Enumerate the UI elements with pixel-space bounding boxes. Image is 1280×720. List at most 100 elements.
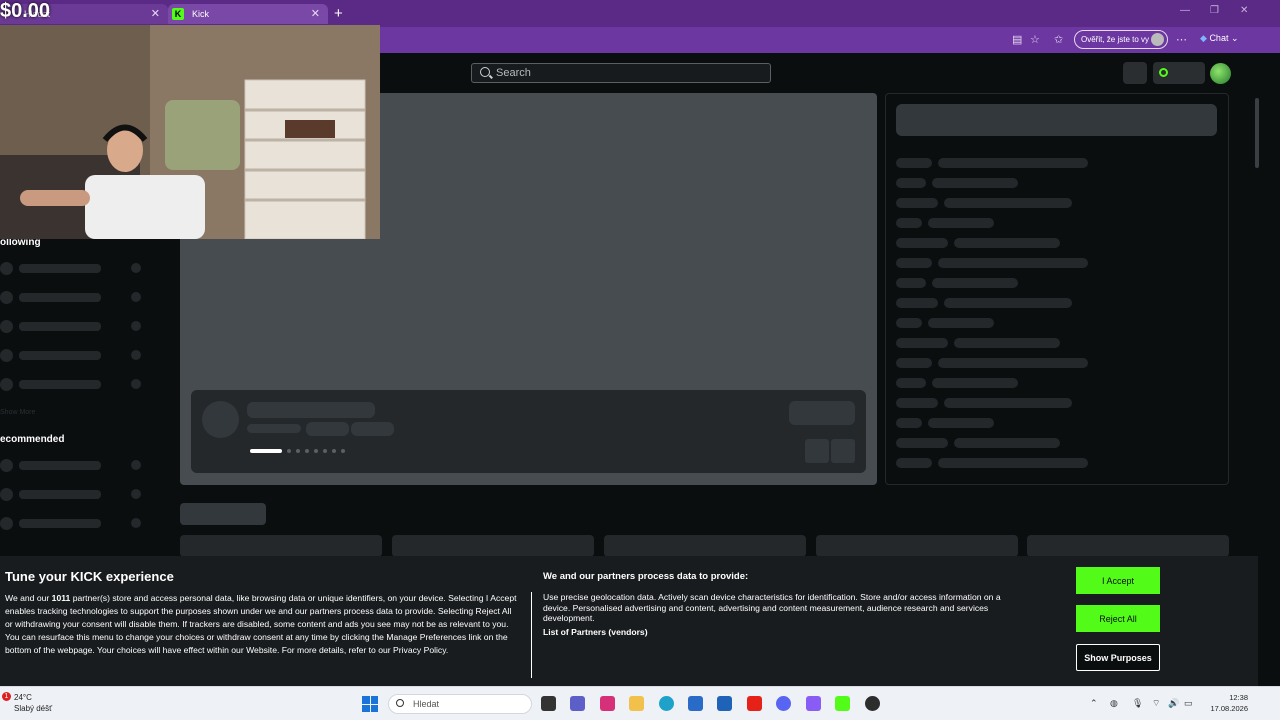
carousel-dot-active[interactable] — [250, 449, 282, 453]
instagram-icon[interactable] — [600, 696, 615, 711]
channel-avatar-skeleton[interactable] — [0, 459, 13, 472]
channel-name-skeleton[interactable] — [19, 380, 101, 389]
search-icon — [396, 699, 404, 707]
purposes-body: Use precise geolocation data. Actively s… — [543, 592, 1001, 623]
file-explorer-icon[interactable] — [629, 696, 644, 711]
channel-avatar-skeleton[interactable] — [0, 378, 13, 391]
new-tab-icon[interactable]: + — [334, 5, 343, 22]
thumbnail-skeleton[interactable] — [180, 535, 382, 557]
volume-icon[interactable]: 🔊 — [1168, 698, 1179, 709]
channel-name-skeleton[interactable] — [19, 351, 101, 360]
channel-name-skeleton[interactable] — [19, 461, 101, 470]
task-view-icon[interactable] — [541, 696, 556, 711]
prev-arrow-skeleton[interactable] — [805, 439, 829, 463]
clock-time[interactable]: 12:38 — [1220, 693, 1248, 702]
show-purposes-button[interactable]: Show Purposes — [1076, 644, 1160, 671]
carousel-dot[interactable] — [314, 449, 318, 453]
header-skeleton-button[interactable] — [1123, 62, 1147, 84]
edge-icon[interactable] — [659, 696, 674, 711]
channel-name-skeleton[interactable] — [19, 264, 101, 273]
verify-identity-button[interactable]: Ověřit, že jste to vy — [1074, 30, 1168, 49]
copilot-icon[interactable] — [806, 696, 821, 711]
title-skeleton — [247, 402, 375, 418]
chat-message-skeleton — [928, 318, 994, 328]
carousel-dot[interactable] — [341, 449, 345, 453]
teams-icon[interactable] — [570, 696, 585, 711]
channel-avatar-skeleton[interactable] — [0, 349, 13, 362]
chat-message-skeleton — [944, 398, 1072, 408]
tab-kick[interactable]: Kick ✕ — [168, 4, 328, 24]
meta-skeleton — [247, 424, 301, 433]
search-icon — [480, 67, 490, 77]
accept-button[interactable]: I Accept — [1076, 567, 1160, 594]
carousel-dot[interactable] — [323, 449, 327, 453]
close-icon[interactable]: ✕ — [1240, 5, 1248, 16]
channel-avatar-skeleton[interactable] — [0, 488, 13, 501]
weather-description[interactable]: Slabý déšť — [14, 704, 52, 713]
chat-username-skeleton — [896, 238, 948, 248]
clock-date[interactable]: 17.08.2026 — [1206, 704, 1248, 713]
next-arrow-skeleton[interactable] — [831, 439, 855, 463]
cookie-body-end: partner(s) store and access personal dat… — [5, 593, 517, 655]
search-input[interactable]: Search — [471, 63, 771, 83]
show-more-link[interactable]: Show More — [0, 409, 35, 416]
channel-name-skeleton[interactable] — [19, 322, 101, 331]
microphone-icon[interactable]: 🎙 — [1132, 698, 1143, 709]
taskbar-search-input[interactable]: Hledat — [388, 694, 532, 714]
thumbnail-skeleton[interactable] — [604, 535, 806, 557]
close-tab-icon[interactable]: ✕ — [311, 7, 320, 20]
battery-icon[interactable]: ▭ — [1184, 698, 1193, 709]
chat-message-skeleton — [954, 338, 1060, 348]
carousel-dot[interactable] — [332, 449, 336, 453]
obs-icon[interactable] — [865, 696, 880, 711]
thumbnail-skeleton[interactable] — [1027, 535, 1229, 557]
cookie-divider — [531, 592, 532, 678]
chat-message-skeleton — [928, 218, 994, 228]
wifi-icon[interactable]: ⌔ — [1152, 698, 1160, 709]
weather-temperature[interactable]: 24°C — [14, 693, 32, 702]
channel-name-skeleton[interactable] — [19, 490, 101, 499]
kick-app-icon[interactable] — [835, 696, 850, 711]
carousel-dot[interactable] — [287, 449, 291, 453]
channel-avatar-skeleton[interactable] — [0, 517, 13, 530]
tab-label: Kick — [192, 9, 210, 19]
copilot-chat-button[interactable]: ◆ Chat ⌄ — [1200, 33, 1239, 44]
chevron-up-icon[interactable]: ⌃ — [1090, 698, 1098, 709]
channel-avatar-skeleton[interactable] — [0, 320, 13, 333]
youtube-icon[interactable] — [747, 696, 762, 711]
thumbnail-skeleton[interactable] — [392, 535, 594, 557]
chat-message-skeleton — [928, 418, 994, 428]
store-icon[interactable] — [688, 696, 703, 711]
watch-button-skeleton[interactable] — [789, 401, 855, 425]
scrollbar-thumb[interactable] — [1255, 98, 1259, 168]
outlook-icon[interactable] — [717, 696, 732, 711]
reader-icon[interactable]: ▤ — [1012, 33, 1022, 46]
webcam-scene — [0, 25, 380, 239]
chat-username-skeleton — [896, 358, 932, 368]
network-icon[interactable]: ◍ — [1110, 698, 1118, 709]
favorite-star-icon[interactable]: ☆ — [1030, 33, 1040, 46]
tag-skeleton — [306, 422, 349, 436]
user-avatar[interactable] — [1210, 63, 1231, 84]
minimize-icon[interactable]: — — [1180, 5, 1190, 16]
restore-icon[interactable]: ❐ — [1210, 5, 1219, 16]
discord-icon[interactable] — [776, 696, 791, 711]
page-scrollbar[interactable] — [1258, 53, 1280, 685]
more-icon[interactable]: ⋯ — [1176, 33, 1187, 46]
channel-avatar-skeleton[interactable] — [0, 262, 13, 275]
channel-name-skeleton[interactable] — [19, 293, 101, 302]
chat-username-skeleton — [896, 458, 932, 468]
channel-name-skeleton[interactable] — [19, 519, 101, 528]
carousel-dots[interactable] — [250, 449, 345, 453]
carousel-dot[interactable] — [296, 449, 300, 453]
partners-link[interactable]: List of Partners (vendors) — [543, 627, 648, 637]
cookie-title: Tune your KICK experience — [5, 569, 174, 584]
thumbnail-skeleton[interactable] — [816, 535, 1018, 557]
close-tab-icon[interactable]: ✕ — [151, 7, 160, 20]
carousel-dot[interactable] — [305, 449, 309, 453]
windows-start-icon[interactable] — [362, 696, 378, 712]
reject-all-button[interactable]: Reject All — [1076, 605, 1160, 632]
chevron-down-icon: ⌄ — [1230, 33, 1239, 43]
channel-avatar-skeleton[interactable] — [0, 291, 13, 304]
favorites-icon[interactable]: ✩ — [1054, 33, 1063, 46]
